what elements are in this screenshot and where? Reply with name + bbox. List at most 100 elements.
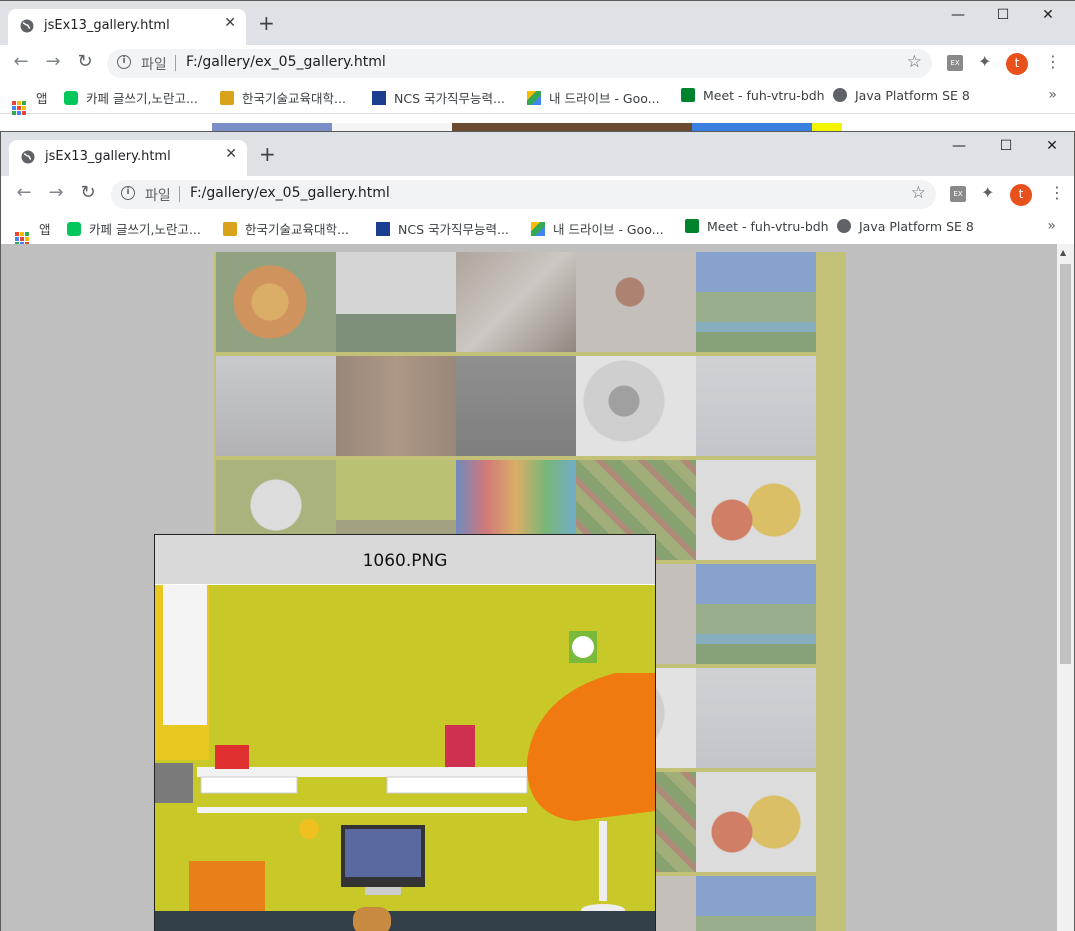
bookmark-item[interactable]: 한국기술교육대학... [220,88,346,107]
menu-icon[interactable]: ⋮ [1045,52,1061,71]
bookmark-item[interactable]: NCS 국가직무능력... [372,88,505,107]
background-browser-window: jsEx13_gallery.html ✕ + — ☐ ✕ ← → ↻ i 파일… [0,0,1075,141]
vertical-scrollbar[interactable]: ▲ [1057,244,1074,931]
bookmark-label: 내 드라이브 - Goo... [549,91,660,106]
bookmark-item[interactable]: Java Platform SE 8 [833,88,970,103]
popup-title: 1060.PNG [155,535,655,584]
extensions-puzzle-icon[interactable]: ✦ [978,52,991,71]
bookmark-label: Meet - fuh-vtru-bdh [707,219,829,234]
extensions-puzzle-icon[interactable]: ✦ [981,183,994,202]
new-tab-button[interactable]: + [258,11,275,35]
bookmark-label: 카페 글쓰기,노란고... [89,222,201,237]
toolbar: ← → ↻ i 파일 F:/gallery/ex_05_gallery.html… [0,45,1075,82]
scheme-label: 파일 [141,57,167,73]
toolbar: ← → ↻ i 파일 F:/gallery/ex_05_gallery.html… [1,176,1074,213]
bookmark-label: Java Platform SE 8 [855,88,970,103]
bookmark-label: NCS 국가직무능력... [394,91,505,106]
globe-icon [837,219,851,233]
bookmark-item[interactable]: 내 드라이브 - Goo... [531,219,664,238]
minimize-button[interactable]: — [946,7,970,23]
globe-icon [21,150,35,164]
tab-title: jsEx13_gallery.html [45,149,171,164]
new-tab-button[interactable]: + [259,142,276,166]
close-icon[interactable]: ✕ [224,15,236,31]
tab-title: jsEx13_gallery.html [44,18,170,33]
ncs-icon [376,222,390,236]
meet-icon [685,219,699,233]
extension-ex-icon[interactable]: EX [950,186,966,202]
bookmark-apps[interactable]: 앱 [12,88,48,115]
bookmark-label: 내 드라이브 - Goo... [553,222,664,237]
bookmark-label: 한국기술교육대학... [245,222,349,237]
ncs-icon [372,91,386,105]
bookmarks-bar: 앱 카페 글쓰기,노란고... 한국기술교육대학... NCS 국가직무능력..… [0,82,1075,115]
bookmarks-more-icon[interactable]: » [1048,87,1057,103]
bookmarks-more-icon[interactable]: » [1047,218,1056,234]
url-text[interactable]: F:/gallery/ex_05_gallery.html [190,185,390,201]
forward-button[interactable]: → [42,51,64,72]
bookmark-item[interactable]: 한국기술교육대학... [223,219,349,238]
scroll-up-icon[interactable]: ▲ [1060,248,1066,257]
bookmark-label: Java Platform SE 8 [859,219,974,234]
university-icon [220,91,234,105]
scrollbar-thumb[interactable] [1060,264,1071,664]
reload-button[interactable]: ↻ [74,51,96,72]
bookmark-item[interactable]: 카페 글쓰기,노란고... [64,88,198,107]
page-content: ▲ 1060.PNG [1,244,1074,931]
back-button[interactable]: ← [10,51,32,72]
bookmark-item[interactable]: Meet - fuh-vtru-bdh [681,88,825,103]
meet-icon [681,88,695,102]
bookmark-label: 한국기술교육대학... [242,91,346,106]
menu-icon[interactable]: ⋮ [1049,183,1065,202]
bookmark-item[interactable]: Meet - fuh-vtru-bdh [685,219,829,234]
info-icon[interactable]: i [117,55,131,69]
apps-icon [12,101,26,115]
tab-bar: jsEx13_gallery.html ✕ + — ☐ ✕ [0,1,1075,45]
info-icon[interactable]: i [121,186,135,200]
browser-tab[interactable]: jsEx13_gallery.html ✕ [9,140,247,176]
bookmark-label: Meet - fuh-vtru-bdh [703,88,825,103]
maximize-button[interactable]: ☐ [991,7,1015,23]
profile-avatar[interactable]: t [1006,53,1028,75]
popup-image[interactable] [155,585,655,931]
minimize-button[interactable]: — [947,138,971,154]
bookmark-item[interactable]: NCS 국가직무능력... [376,219,509,238]
forward-button[interactable]: → [45,182,67,203]
close-window-button[interactable]: ✕ [1036,7,1060,23]
bookmark-label: 카페 글쓰기,노란고... [86,91,198,106]
bookmark-star-icon[interactable]: ☆ [907,52,922,72]
address-bar[interactable]: i 파일 F:/gallery/ex_05_gallery.html ☆ [107,49,932,78]
divider [175,55,176,71]
browser-tab[interactable]: jsEx13_gallery.html ✕ [8,9,246,45]
browser-window: jsEx13_gallery.html ✕ + — ☐ ✕ ← → ↻ i 파일… [0,131,1075,931]
address-bar[interactable]: i 파일 F:/gallery/ex_05_gallery.html ☆ [111,180,936,209]
scheme-label: 파일 [145,188,171,204]
bookmark-star-icon[interactable]: ☆ [911,183,926,203]
bookmark-item[interactable]: 내 드라이브 - Goo... [527,88,660,107]
url-text[interactable]: F:/gallery/ex_05_gallery.html [186,54,386,70]
globe-icon [20,19,34,33]
globe-icon [833,88,847,102]
drive-icon [531,222,545,236]
desk-photo [155,585,655,931]
maximize-button[interactable]: ☐ [994,138,1018,154]
close-window-button[interactable]: ✕ [1040,138,1064,154]
bookmark-label: 앱 [36,91,48,106]
divider [179,186,180,202]
cafe-icon [64,91,78,105]
cafe-icon [67,222,81,236]
bookmark-item[interactable]: 카페 글쓰기,노란고... [67,219,201,238]
extension-ex-icon[interactable]: EX [947,55,963,71]
tab-bar: jsEx13_gallery.html ✕ + — ☐ ✕ [1,132,1074,176]
bookmark-label: 앱 [39,222,51,237]
bookmark-item[interactable]: Java Platform SE 8 [837,219,974,234]
profile-avatar[interactable]: t [1010,184,1032,206]
close-icon[interactable]: ✕ [225,146,237,162]
university-icon [223,222,237,236]
image-popup[interactable]: 1060.PNG [154,534,656,931]
bookmark-apps[interactable]: 앱 [15,219,51,246]
bookmark-label: NCS 국가직무능력... [398,222,509,237]
bookmarks-bar: 앱 카페 글쓰기,노란고... 한국기술교육대학... NCS 국가직무능력..… [1,213,1074,246]
reload-button[interactable]: ↻ [77,182,99,203]
back-button[interactable]: ← [13,182,35,203]
